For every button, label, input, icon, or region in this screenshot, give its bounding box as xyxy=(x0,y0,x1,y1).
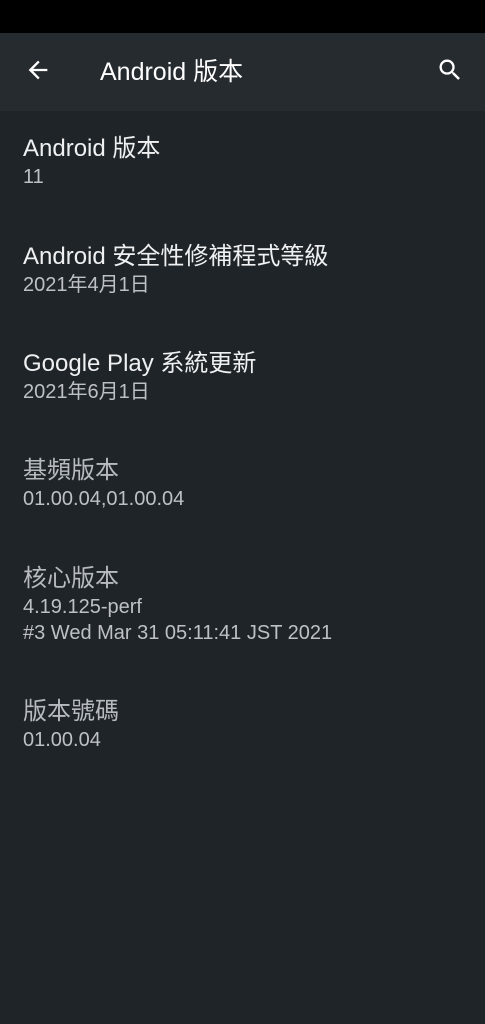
list-item-summary-line-1: 4.19.125-perf xyxy=(23,596,142,618)
search-button[interactable] xyxy=(426,50,474,94)
list-item-summary: 2021年6月1日 xyxy=(23,381,150,403)
list-item-build-number: 版本號碼 01.00.04 xyxy=(23,697,465,753)
back-button[interactable] xyxy=(14,50,62,94)
list-item-summary: 01.00.04,01.00.04 xyxy=(23,488,185,510)
list-item-google-play-system-update[interactable]: Google Play 系統更新 2021年6月1日 xyxy=(23,349,465,405)
search-icon xyxy=(436,56,464,89)
page-title: Android 版本 xyxy=(100,58,244,86)
settings-list: Android 版本 11 Android 安全性修補程式等級 2021年4月1… xyxy=(0,111,485,1024)
list-item-title: 核心版本 xyxy=(23,565,119,592)
list-item-kernel-version: 核心版本 4.19.125-perf #3 Wed Mar 31 05:11:4… xyxy=(23,564,465,646)
list-item-summary-line-2: #3 Wed Mar 31 05:11:41 JST 2021 xyxy=(23,622,333,644)
list-item-android-version[interactable]: Android 版本 11 xyxy=(23,134,465,190)
list-item-baseband-version: 基頻版本 01.00.04,01.00.04 xyxy=(23,456,465,512)
list-item-title: Android 版本 xyxy=(23,135,161,162)
list-item-title: 基頻版本 xyxy=(23,457,119,484)
list-item-title: 版本號碼 xyxy=(23,698,119,725)
list-item-summary: 11 xyxy=(23,166,44,188)
list-item-summary: 2021年4月1日 xyxy=(23,274,150,296)
list-item-summary: 01.00.04 xyxy=(23,729,101,751)
list-item-security-patch-level[interactable]: Android 安全性修補程式等級 2021年4月1日 xyxy=(23,242,465,298)
list-item-title: Android 安全性修補程式等級 xyxy=(23,243,329,270)
list-item-title: Google Play 系統更新 xyxy=(23,350,257,377)
status-bar xyxy=(0,0,485,33)
arrow-back-icon xyxy=(24,56,52,89)
app-bar: Android 版本 xyxy=(0,33,485,111)
